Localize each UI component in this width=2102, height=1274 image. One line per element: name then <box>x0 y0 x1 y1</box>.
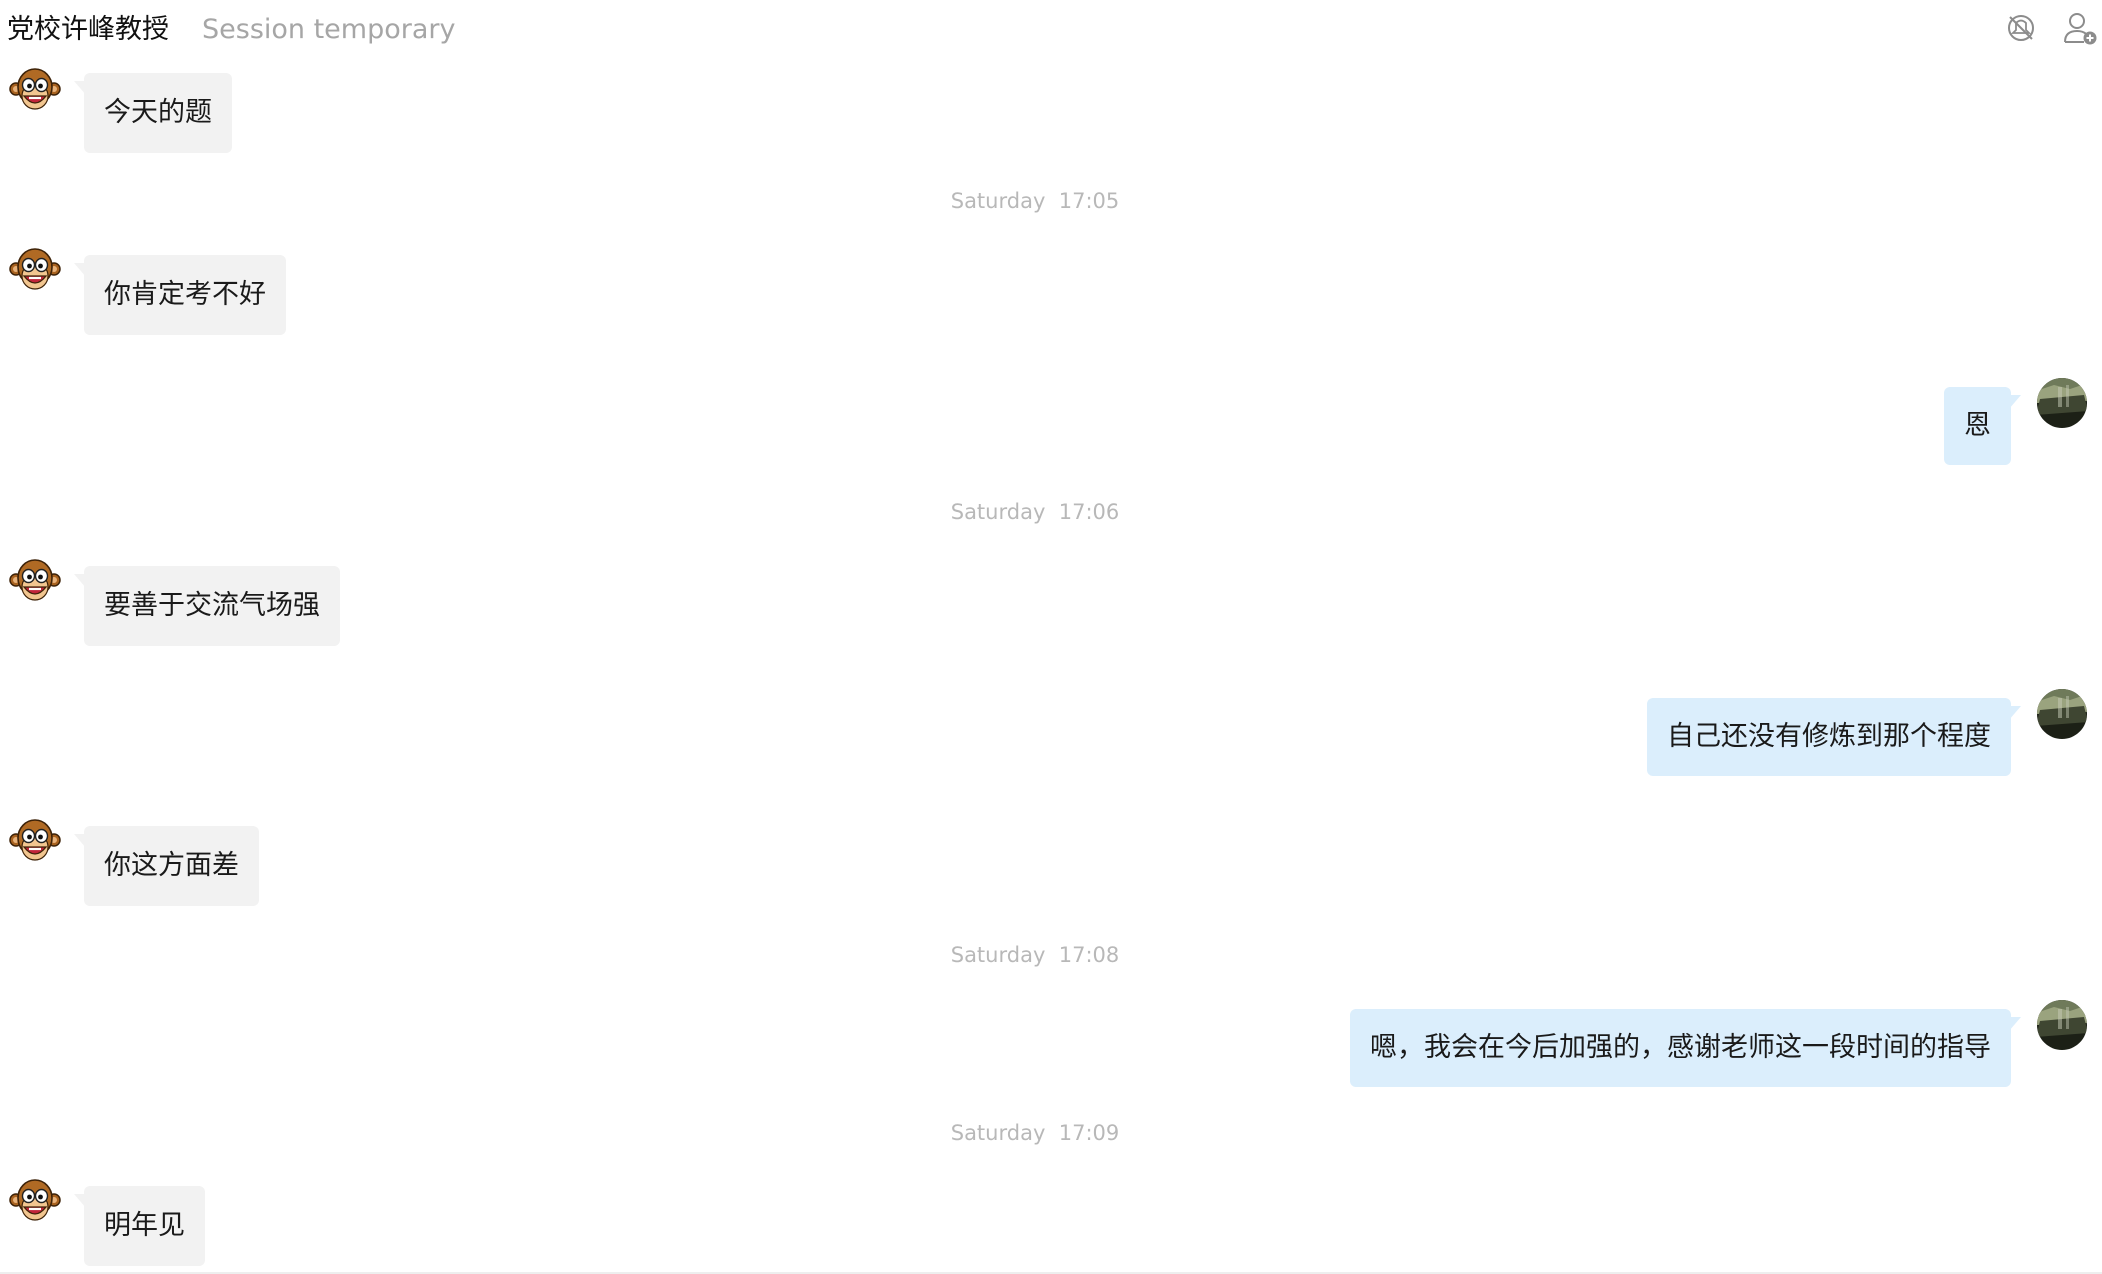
contact-avatar[interactable] <box>9 65 61 117</box>
message-timestamp: Saturday 17:05 <box>950 189 1120 213</box>
my-avatar[interactable] <box>2036 377 2088 429</box>
contact-avatar[interactable] <box>9 245 61 297</box>
message-timestamp: Saturday 17:08 <box>950 943 1120 967</box>
outgoing-message-bubble[interactable]: 自己还没有修炼到那个程度 <box>1647 698 2021 776</box>
incoming-message-bubble[interactable]: 你肯定考不好 <box>74 255 286 335</box>
message-timestamp: Saturday 17:06 <box>950 500 1120 524</box>
incoming-message-bubble[interactable]: 要善于交流气场强 <box>74 566 340 646</box>
my-avatar[interactable] <box>2036 999 2088 1051</box>
mute-icon[interactable] <box>2003 10 2039 46</box>
contact-avatar[interactable] <box>9 556 61 608</box>
contact-avatar[interactable] <box>9 816 61 868</box>
outgoing-message-bubble[interactable]: 恩 <box>1944 387 2021 465</box>
incoming-message-bubble[interactable]: 你这方面差 <box>74 826 259 906</box>
message-timestamp: Saturday 17:09 <box>950 1121 1120 1145</box>
outgoing-message-bubble[interactable]: 嗯，我会在今后加强的，感谢老师这一段时间的指导 <box>1350 1009 2021 1087</box>
contact-avatar[interactable] <box>9 1176 61 1228</box>
my-avatar[interactable] <box>2036 688 2088 740</box>
chat-header: 党校许峰教授 Session temporary <box>0 0 2102 62</box>
chat-title: 党校许峰教授 <box>7 14 169 45</box>
incoming-message-bubble[interactable]: 明年见 <box>74 1186 205 1266</box>
add-contact-icon[interactable] <box>2062 10 2098 46</box>
incoming-message-bubble[interactable]: 今天的题 <box>74 73 232 153</box>
chat-subtitle: Session temporary <box>202 14 456 45</box>
